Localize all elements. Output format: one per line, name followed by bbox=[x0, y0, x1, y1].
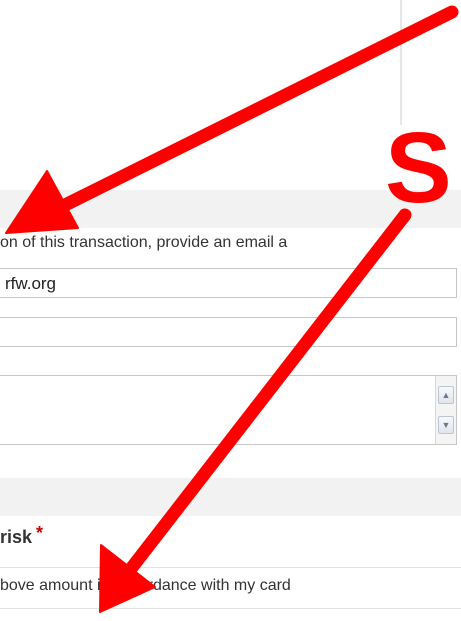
consent-text: bove amount in accordance with my card bbox=[0, 567, 461, 609]
required-asterisk: * bbox=[36, 523, 44, 543]
section-header-authorization bbox=[0, 478, 461, 516]
risk-label-text: risk bbox=[0, 527, 33, 547]
annotation-letter-s: S bbox=[385, 112, 452, 224]
top-divider bbox=[400, 0, 402, 125]
annotation-arrows bbox=[5, 5, 459, 613]
page: on of this transaction, provide an email… bbox=[0, 0, 461, 621]
scroll-up-arrow-icon[interactable]: ▲ bbox=[438, 386, 454, 404]
comments-textarea[interactable]: ▲ ▼ bbox=[0, 375, 457, 445]
secondary-field[interactable] bbox=[0, 317, 457, 347]
risk-label: risk * bbox=[0, 523, 44, 548]
textarea-scrollbar[interactable]: ▲ ▼ bbox=[435, 376, 456, 444]
instruction-text: on of this transaction, provide an email… bbox=[0, 234, 288, 251]
email-field[interactable]: rfw.org bbox=[0, 268, 457, 298]
scroll-down-arrow-icon[interactable]: ▼ bbox=[438, 416, 454, 434]
